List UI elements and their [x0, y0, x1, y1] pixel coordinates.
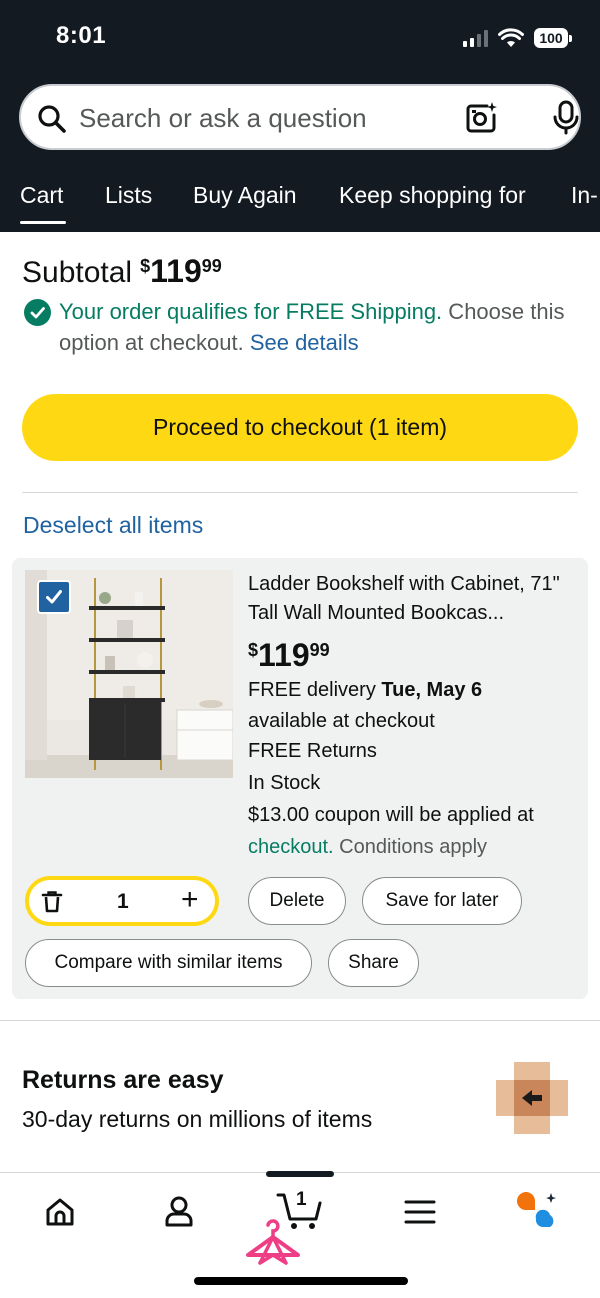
home-indicator	[194, 1277, 408, 1285]
checkmark-circle-icon	[24, 299, 51, 326]
tab-keep-shopping-for[interactable]: Keep shopping for	[339, 182, 526, 209]
subtotal-currency: $	[140, 256, 151, 276]
quantity-stepper: 1 +	[25, 876, 219, 926]
menu-icon[interactable]	[404, 1199, 436, 1225]
search-icon	[38, 105, 66, 133]
compare-similar-items-button[interactable]: Compare with similar items	[25, 939, 312, 987]
nav-tabs: Cart Lists Buy Again Keep shopping for I…	[0, 176, 600, 224]
active-tab-underline	[20, 221, 66, 224]
hanger-icon	[246, 1219, 300, 1265]
proceed-to-checkout-button[interactable]: Proceed to checkout (1 item)	[22, 394, 578, 461]
conditions-apply-text: Conditions apply	[333, 836, 488, 858]
status-icons: 100	[463, 24, 572, 52]
rufus-assistant-icon[interactable]	[514, 1191, 560, 1231]
tab-lists[interactable]: Lists	[105, 182, 152, 209]
home-icon[interactable]	[44, 1197, 76, 1227]
cart-count-badge: 1	[296, 1189, 307, 1210]
active-nav-indicator	[266, 1171, 334, 1177]
delivery-suffix: available at checkout	[248, 710, 435, 732]
delivery-prefix: FREE delivery	[248, 679, 382, 701]
returns-subtitle: 30-day returns on millions of items	[22, 1106, 373, 1132]
subtotal: Subtotal $ 119 99	[22, 254, 222, 290]
free-returns-link[interactable]: FREE Returns	[248, 736, 377, 766]
camera-icon[interactable]	[463, 100, 499, 136]
bottom-nav: 1	[0, 1171, 600, 1298]
subtotal-fraction: 99	[201, 256, 222, 276]
checkmark-icon	[46, 590, 62, 604]
microphone-icon[interactable]	[551, 100, 581, 136]
plus-icon[interactable]: +	[181, 885, 199, 915]
status-time: 8:01	[56, 22, 107, 49]
battery-icon: 100	[534, 28, 572, 48]
app-header: 8:01 100 C	[0, 0, 600, 232]
see-details-link[interactable]: See details	[250, 330, 359, 355]
quantity-value: 1	[117, 890, 129, 913]
save-for-later-button[interactable]: Save for later	[362, 877, 522, 925]
item-price-currency: $	[248, 640, 259, 660]
delete-button[interactable]: Delete	[248, 877, 346, 925]
shipping-qualifies-text: Your order qualifies for FREE Shipping.	[59, 299, 443, 324]
coupon-line-2: checkout. Conditions apply	[248, 832, 487, 862]
tab-buy-again[interactable]: Buy Again	[193, 182, 297, 209]
wifi-icon	[498, 28, 524, 47]
item-title[interactable]: Ladder Bookshelf with Cabinet, 71" Tall …	[248, 570, 578, 628]
return-box-icon	[496, 1062, 568, 1134]
item-price-whole: 119	[258, 637, 310, 673]
cellular-signal-icon	[463, 29, 488, 47]
divider	[0, 1020, 600, 1021]
coupon-checkout-text: checkout.	[248, 836, 334, 858]
free-shipping-message: Your order qualifies for FREE Shipping. …	[24, 296, 574, 358]
share-button[interactable]: Share	[328, 939, 419, 987]
search-input[interactable]	[79, 98, 459, 138]
tab-cart[interactable]: Cart	[20, 182, 63, 209]
item-price: $ 119 99	[248, 638, 330, 672]
stock-status: In Stock	[248, 772, 321, 794]
returns-title: Returns are easy	[22, 1066, 224, 1094]
coupon-line: $13.00 coupon will be applied at	[248, 804, 534, 826]
item-checkbox[interactable]	[37, 580, 71, 614]
search-bar[interactable]	[19, 84, 581, 150]
trash-icon[interactable]	[41, 890, 63, 914]
divider	[22, 492, 578, 493]
delivery-date: Tue, May 6	[381, 679, 483, 701]
subtotal-label: Subtotal	[22, 256, 133, 289]
tab-in-more[interactable]: In-	[571, 182, 598, 209]
item-price-fraction: 99	[309, 640, 330, 660]
account-icon[interactable]	[164, 1195, 194, 1227]
subtotal-whole: 119	[150, 253, 202, 289]
cart-item-card: Ladder Bookshelf with Cabinet, 71" Tall …	[12, 558, 588, 999]
deselect-all-items-link[interactable]: Deselect all items	[23, 512, 203, 539]
delivery-line: FREE delivery Tue, May 6	[248, 675, 482, 705]
